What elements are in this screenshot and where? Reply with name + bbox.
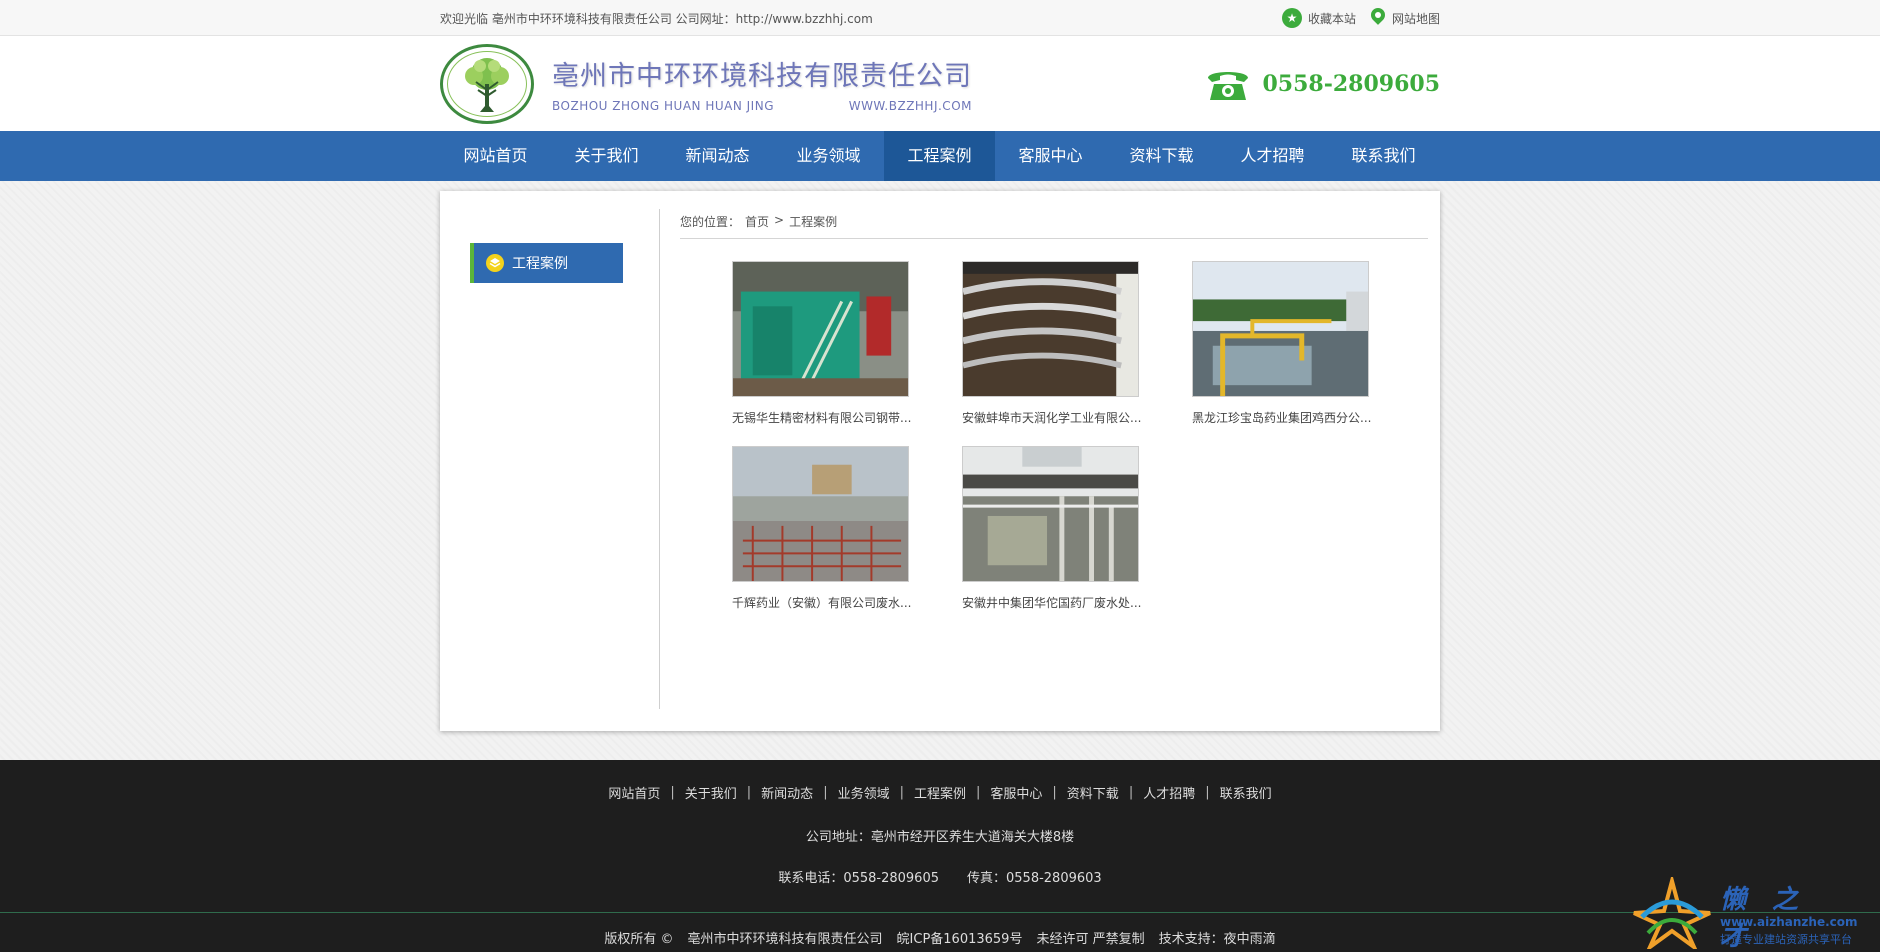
favorite-link[interactable]: ★ 收藏本站 (1281, 8, 1356, 28)
sidebar-item-cases[interactable]: 工程案例 (470, 243, 623, 283)
sidebar-title: 工程案例 (512, 256, 568, 272)
company-name-en: BOZHOU ZHONG HUAN HUAN JING (552, 99, 774, 113)
footer-tel: 联系电话：0558-2809605 (778, 871, 939, 886)
icp-number[interactable]: 皖ICP备16013659号 (897, 928, 1023, 947)
case-thumbnail[interactable] (962, 446, 1139, 582)
footer-divider (0, 912, 1880, 913)
phone-number: 0558-2809605 (1262, 70, 1440, 97)
sitemap-link[interactable]: 网站地图 (1370, 8, 1440, 28)
footer-nav-item-6[interactable]: 资料下载 (1067, 783, 1119, 802)
footer-nav-item-4[interactable]: 工程案例 (914, 783, 966, 802)
case-thumbnail[interactable] (732, 446, 909, 582)
breadcrumb-current[interactable]: 工程案例 (789, 213, 837, 230)
breadcrumb-home[interactable]: 首页 (745, 213, 769, 230)
watermark-slogan: 打造专业建站资源共享平台 (1720, 933, 1852, 946)
case-caption[interactable]: 安徽蚌埠市天润化学工业有限公... (962, 409, 1142, 426)
case-grid: 无锡华生精密材料有限公司钢带... 安徽蚌埠市天润化学工业有限公... 黑龙江珍… (680, 239, 1428, 631)
footer-address: 公司地址：亳州市经开区养生大道海关大楼8楼 (805, 830, 1075, 845)
nav-item-8[interactable]: 联系我们 (1328, 131, 1439, 181)
footer-nav-separator: | (1205, 785, 1210, 800)
brand[interactable]: 亳州市中环环境科技有限责任公司 BOZHOU ZHONG HUAN HUAN J… (440, 43, 972, 124)
breadcrumb: 您的位置： 首页 > 工程案例 (680, 213, 1428, 239)
footer-nav-item-0[interactable]: 网站首页 (608, 783, 660, 802)
footer-nav-separator: | (746, 785, 752, 800)
footer-nav-separator: | (1128, 785, 1134, 800)
top-bar: 欢迎光临 亳州市中环环境科技有限责任公司 公司网址：http://www.bzz… (0, 0, 1880, 36)
watermark: 懒之才 www.aizhanzhe.com 打造专业建站资源共享平台 (1632, 875, 1872, 952)
footer-fax: 传真：0558-2809603 (967, 871, 1102, 886)
copyright-company: 亳州市中环环境科技有限责任公司 (687, 932, 883, 947)
case-caption[interactable]: 黑龙江珍宝岛药业集团鸡西分公... (1192, 409, 1372, 426)
case-item[interactable]: 千辉药业（安徽）有限公司废水... (732, 446, 962, 611)
company-name: 亳州市中环环境科技有限责任公司 (552, 61, 972, 92)
footer-nav-item-3[interactable]: 业务领域 (838, 783, 890, 802)
watermark-url: www.aizhanzhe.com (1720, 915, 1858, 929)
breadcrumb-prefix: 您的位置： (680, 215, 741, 229)
nav-item-4[interactable]: 工程案例 (884, 131, 995, 181)
main-nav: 网站首页 关于我们 新闻动态 业务领域 工程案例 客服中心 资料下载 人才招聘 联系我们 (0, 131, 1880, 181)
nav-item-1[interactable]: 关于我们 (551, 131, 662, 181)
nav-item-6[interactable]: 资料下载 (1106, 131, 1217, 181)
nav-item-2[interactable]: 新闻动态 (662, 131, 773, 181)
welcome-text: 欢迎光临 亳州市中环环境科技有限责任公司 公司网址：http://www.bzz… (440, 11, 873, 26)
site-footer: 网站首页 | 关于我们 | 新闻动态 | 业务领域 | 工程案例 | 客服中心 | 资料下载 | 人才招聘 |… (0, 760, 1880, 952)
footer-nav-item-7[interactable]: 人才招聘 (1143, 783, 1195, 802)
footer-nav-separator: | (823, 785, 828, 800)
footer-nav: 网站首页 | 关于我们 | 新闻动态 | 业务领域 | 工程案例 | 客服中心 | 资料下载 | 人才招聘 |… (0, 760, 1880, 802)
site-header: 亳州市中环环境科技有限责任公司 BOZHOU ZHONG HUAN HUAN J… (0, 36, 1880, 131)
case-thumbnail[interactable] (732, 261, 909, 397)
footer-nav-item-8[interactable]: 联系我们 (1220, 783, 1272, 802)
footer-nav-separator: | (976, 785, 981, 800)
case-thumbnail[interactable] (962, 261, 1139, 397)
footer-nav-separator: | (1052, 785, 1057, 800)
case-caption[interactable]: 千辉药业（安徽）有限公司废水... (732, 594, 912, 611)
footer-nav-separator: | (670, 785, 675, 800)
case-item[interactable]: 无锡华生精密材料有限公司钢带... (732, 261, 962, 426)
footer-nav-item-5[interactable]: 客服中心 (990, 783, 1042, 802)
location-pin-icon (1370, 8, 1386, 28)
case-item[interactable]: 黑龙江珍宝岛药业集团鸡西分公... (1192, 261, 1422, 426)
nav-item-7[interactable]: 人才招聘 (1217, 131, 1328, 181)
main-area: 您的位置： 首页 > 工程案例 无锡华生精密材料有限公司钢带... 安徽蚌埠市天… (660, 191, 1440, 731)
footer-nav-item-2[interactable]: 新闻动态 (761, 783, 813, 802)
footer-nav-separator: | (899, 785, 904, 800)
breadcrumb-sep: > (774, 213, 785, 227)
sitemap-label: 网站地图 (1391, 11, 1440, 26)
copyright-label: 版权所有 © (604, 932, 674, 947)
tree-logo-icon (440, 43, 534, 124)
star-icon: ★ (1281, 8, 1302, 28)
case-item[interactable]: 安徽蚌埠市天润化学工业有限公... (962, 261, 1192, 426)
footer-nav-item-1[interactable]: 关于我们 (685, 783, 737, 802)
company-website: WWW.BZZHHJ.COM (848, 99, 972, 113)
footer-copyright: 版权所有 © 亳州市中环环境科技有限责任公司 皖ICP备16013659号 未经… (0, 928, 1880, 947)
case-caption[interactable]: 安徽井中集团华佗国药厂废水处... (962, 594, 1142, 611)
tech-support: 技术支持：夜中雨滴 (1158, 932, 1276, 947)
case-item[interactable]: 安徽井中集团华佗国药厂废水处... (962, 446, 1192, 611)
telephone-icon (1208, 71, 1249, 100)
hotline: 0558-2809605 (1204, 64, 1440, 104)
nav-item-3[interactable]: 业务领域 (773, 131, 884, 181)
copy-notice: 未经许可 严禁复制 (1036, 932, 1145, 947)
sidebar: 工程案例 (440, 209, 660, 709)
nav-item-5[interactable]: 客服中心 (995, 131, 1106, 181)
watermark-logo-icon (1633, 877, 1711, 949)
favorite-label: 收藏本站 (1307, 11, 1356, 26)
layers-icon (486, 254, 504, 272)
content-panel: 工程案例 您的位置： 首页 > 工程案例 无锡华生精密材料有限公司钢带... 安… (440, 191, 1440, 731)
nav-item-0[interactable]: 网站首页 (440, 131, 551, 181)
case-thumbnail[interactable] (1192, 261, 1369, 397)
case-caption[interactable]: 无锡华生精密材料有限公司钢带... (732, 409, 912, 426)
